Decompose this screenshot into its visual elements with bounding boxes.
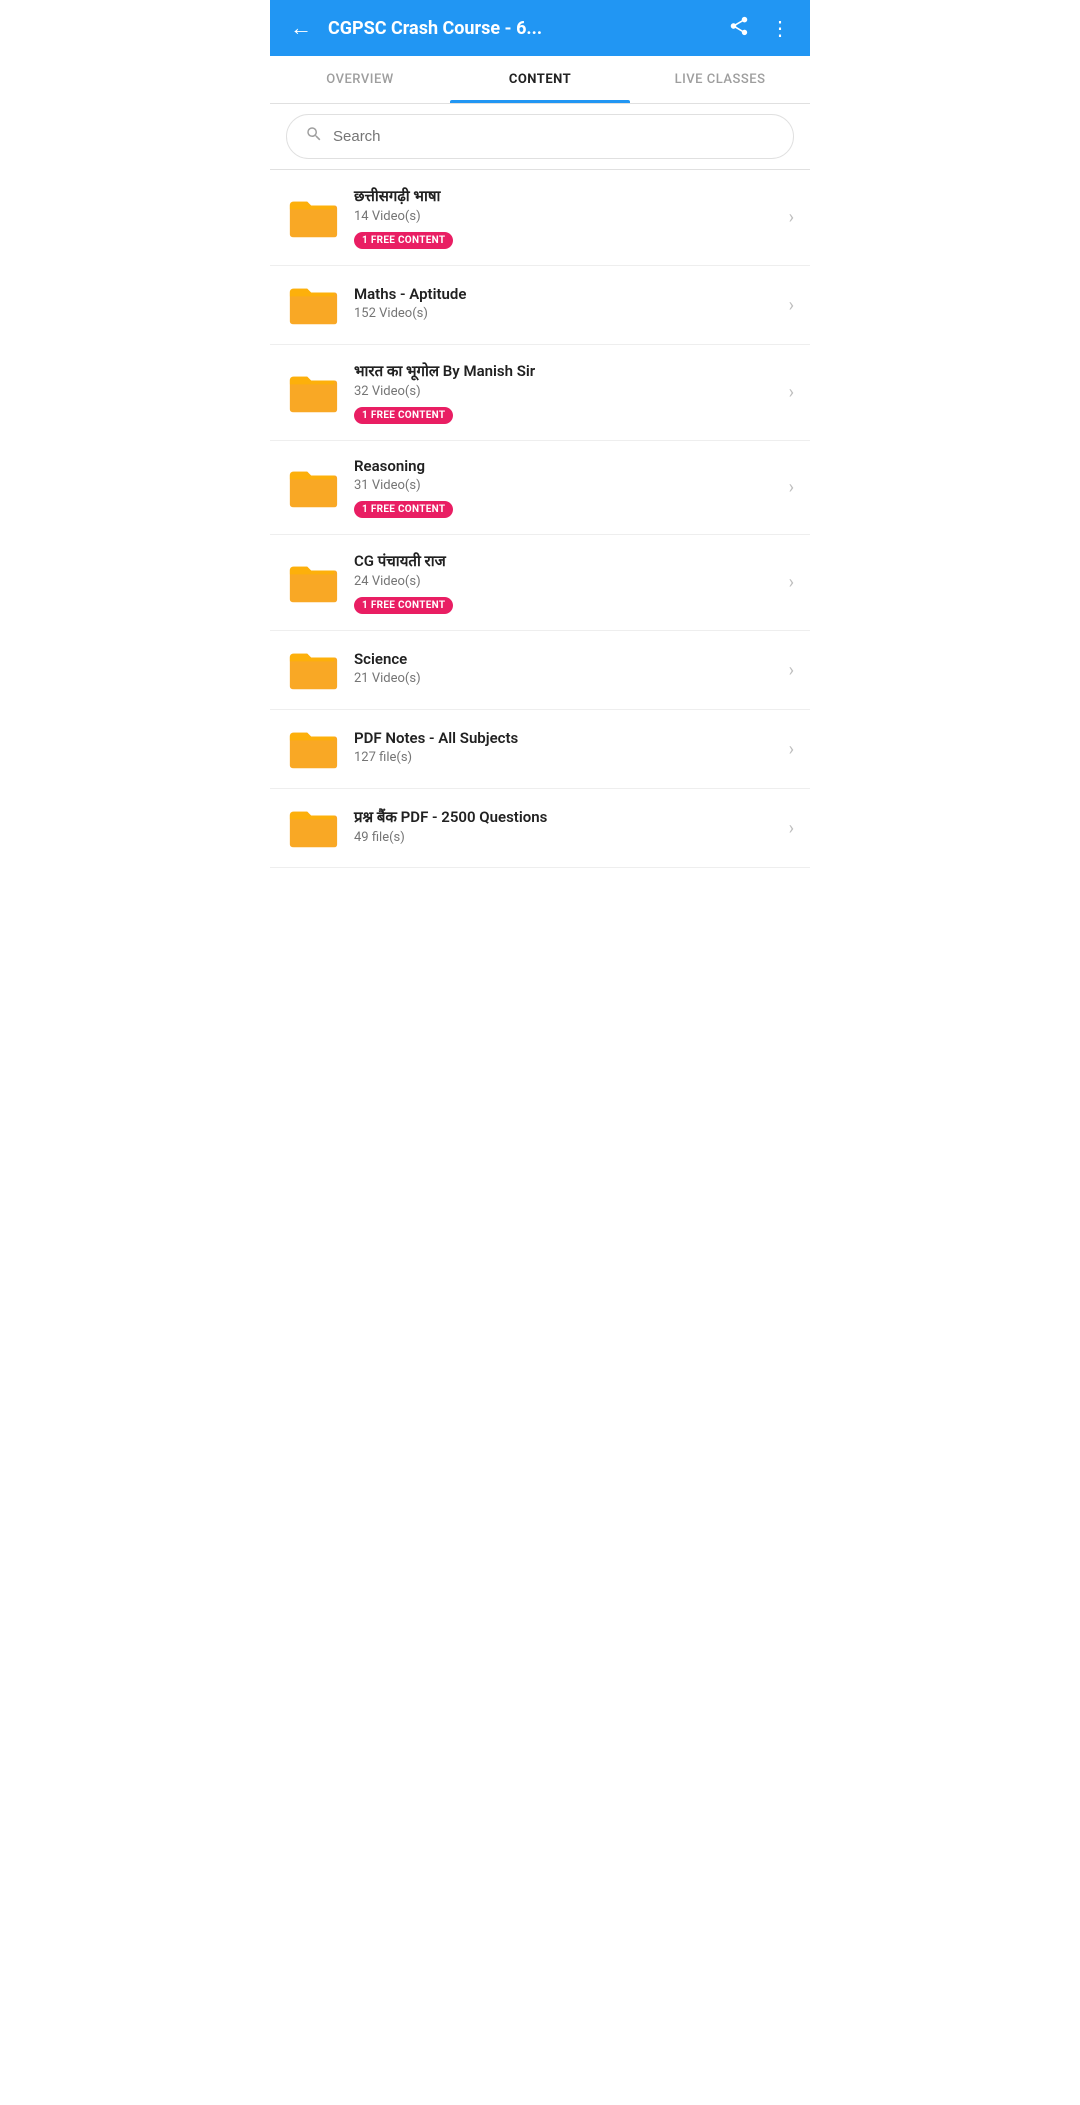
item-title: PDF Notes - All Subjects: [354, 729, 775, 747]
item-info: Science 21 Video(s): [354, 650, 775, 690]
item-info: CG पंचायती राज 24 Video(s) 1 FREE CONTEN…: [354, 551, 775, 614]
chevron-right-icon: ›: [789, 207, 794, 228]
folder-icon: [286, 195, 340, 241]
list-item[interactable]: भारत का भूगोल By Manish Sir 32 Video(s) …: [270, 345, 810, 441]
item-title: Reasoning: [354, 457, 775, 475]
item-subtitle: 49 file(s): [354, 830, 775, 845]
chevron-right-icon: ›: [789, 572, 794, 593]
search-bar[interactable]: [286, 114, 794, 159]
item-subtitle: 24 Video(s): [354, 574, 775, 589]
folder-icon: [286, 647, 340, 693]
item-title: Maths - Aptitude: [354, 285, 775, 303]
tab-live-classes[interactable]: LIVE CLASSES: [630, 56, 810, 103]
chevron-right-icon: ›: [789, 382, 794, 403]
app-bar-title: CGPSC Crash Course - 6...: [328, 18, 712, 39]
content-list: छत्तीसगढ़ी भाषा 14 Video(s) 1 FREE CONTE…: [270, 170, 810, 868]
item-info: प्रश्न बैंक PDF - 2500 Questions 49 file…: [354, 807, 775, 849]
search-input[interactable]: [333, 128, 775, 145]
chevron-right-icon: ›: [789, 660, 794, 681]
free-badge: 1 FREE CONTENT: [354, 597, 453, 614]
chevron-right-icon: ›: [789, 739, 794, 760]
item-title: भारत का भूगोल By Manish Sir: [354, 361, 775, 381]
search-container: [270, 104, 810, 170]
free-badge: 1 FREE CONTENT: [354, 407, 453, 424]
folder-icon: [286, 370, 340, 416]
item-subtitle: 21 Video(s): [354, 671, 775, 686]
app-bar-actions: ⋮: [720, 7, 798, 50]
folder-icon: [286, 560, 340, 606]
tab-content[interactable]: CONTENT: [450, 56, 630, 103]
free-badge: 1 FREE CONTENT: [354, 232, 453, 249]
item-title: Science: [354, 650, 775, 668]
list-item[interactable]: Science 21 Video(s) ›: [270, 631, 810, 710]
item-title: प्रश्न बैंक PDF - 2500 Questions: [354, 807, 775, 827]
item-subtitle: 127 file(s): [354, 750, 775, 765]
item-info: भारत का भूगोल By Manish Sir 32 Video(s) …: [354, 361, 775, 424]
folder-icon: [286, 282, 340, 328]
list-item[interactable]: PDF Notes - All Subjects 127 file(s) ›: [270, 710, 810, 789]
item-info: PDF Notes - All Subjects 127 file(s): [354, 729, 775, 769]
list-item[interactable]: Maths - Aptitude 152 Video(s) ›: [270, 266, 810, 345]
item-subtitle: 32 Video(s): [354, 384, 775, 399]
item-title: छत्तीसगढ़ी भाषा: [354, 186, 775, 206]
item-subtitle: 152 Video(s): [354, 306, 775, 321]
list-item[interactable]: छत्तीसगढ़ी भाषा 14 Video(s) 1 FREE CONTE…: [270, 170, 810, 266]
free-badge: 1 FREE CONTENT: [354, 501, 453, 518]
tab-overview[interactable]: OVERVIEW: [270, 56, 450, 103]
folder-icon: [286, 465, 340, 511]
list-item[interactable]: Reasoning 31 Video(s) 1 FREE CONTENT ›: [270, 441, 810, 535]
tab-bar: OVERVIEW CONTENT LIVE CLASSES: [270, 56, 810, 104]
share-icon[interactable]: [720, 7, 758, 50]
item-title: CG पंचायती राज: [354, 551, 775, 571]
folder-icon: [286, 805, 340, 851]
item-info: Reasoning 31 Video(s) 1 FREE CONTENT: [354, 457, 775, 518]
item-info: छत्तीसगढ़ी भाषा 14 Video(s) 1 FREE CONTE…: [354, 186, 775, 249]
folder-icon: [286, 726, 340, 772]
chevron-right-icon: ›: [789, 477, 794, 498]
more-options-icon[interactable]: ⋮: [762, 8, 798, 48]
item-subtitle: 31 Video(s): [354, 478, 775, 493]
item-info: Maths - Aptitude 152 Video(s): [354, 285, 775, 325]
back-button[interactable]: ←: [282, 7, 320, 49]
list-item[interactable]: CG पंचायती राज 24 Video(s) 1 FREE CONTEN…: [270, 535, 810, 631]
chevron-right-icon: ›: [789, 295, 794, 316]
search-icon: [305, 125, 323, 148]
item-subtitle: 14 Video(s): [354, 209, 775, 224]
list-item[interactable]: प्रश्न बैंक PDF - 2500 Questions 49 file…: [270, 789, 810, 868]
chevron-right-icon: ›: [789, 818, 794, 839]
app-bar: ← CGPSC Crash Course - 6... ⋮: [270, 0, 810, 56]
